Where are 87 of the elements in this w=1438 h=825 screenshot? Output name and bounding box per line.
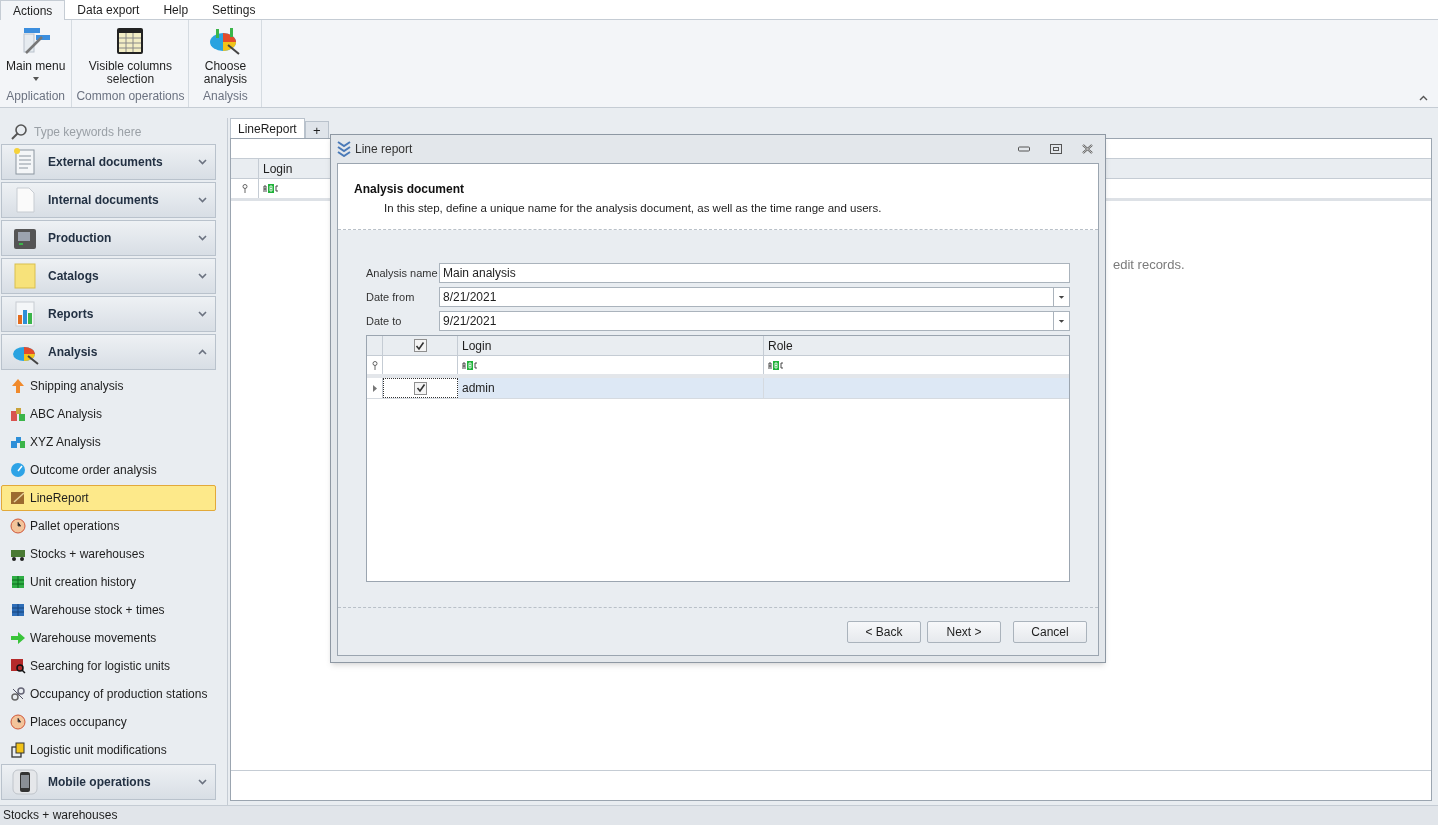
ribbon-tab[interactable]: Help xyxy=(151,0,201,20)
expand-icon xyxy=(198,779,207,785)
sidebar-item[interactable]: Logistic unit modifications xyxy=(1,737,216,763)
collapse-ribbon-icon[interactable] xyxy=(1419,95,1428,101)
sidebar-item[interactable]: Stocks + warehouses xyxy=(1,541,216,567)
chevrons-down-icon xyxy=(337,141,351,157)
grid-icon xyxy=(10,574,26,590)
checkbox[interactable] xyxy=(414,381,427,395)
sidebar-group-header[interactable]: Internal documents xyxy=(1,182,216,218)
sidebar-item[interactable]: Warehouse movements xyxy=(1,625,216,651)
sidebar-item[interactable]: Pallet operations xyxy=(1,513,216,539)
sidebar-item[interactable]: Unit creation history xyxy=(1,569,216,595)
sidebar-item[interactable]: Outcome order analysis xyxy=(1,457,216,483)
expand-icon xyxy=(198,197,207,203)
gauge-icon xyxy=(10,462,26,478)
column-header[interactable]: Login xyxy=(458,336,764,355)
ribbon-button[interactable]: Choose analysis xyxy=(193,20,258,87)
sidebar-group-header[interactable]: Production xyxy=(1,220,216,256)
arrow-right-icon xyxy=(10,630,26,646)
text-filter-icon xyxy=(768,360,784,370)
dropdown-caret-icon[interactable] xyxy=(1054,311,1070,331)
checkbox[interactable] xyxy=(413,339,427,352)
clock-icon xyxy=(10,714,26,730)
wizard-button[interactable]: Next > xyxy=(927,620,1001,643)
date-field[interactable]: 8/21/2021 xyxy=(439,287,1054,307)
table-icon xyxy=(115,26,146,56)
text-filter-icon xyxy=(263,184,279,193)
field-label: Date to xyxy=(366,313,403,329)
user-row[interactable]: admin xyxy=(367,378,1069,399)
sidebar-item[interactable]: ABC Analysis xyxy=(1,401,216,427)
date-field[interactable]: 9/21/2021 xyxy=(439,311,1054,331)
dropdown-caret-icon[interactable] xyxy=(1054,287,1070,307)
sidebar-group-header[interactable]: External documents xyxy=(1,144,216,180)
magnifier-icon xyxy=(10,658,26,674)
sidebar-group-header[interactable]: Reports xyxy=(1,296,216,332)
ribbon-group-label: Analysis xyxy=(203,88,248,105)
expand-icon xyxy=(198,159,207,165)
grid-icon xyxy=(10,602,26,618)
sidebar-item[interactable]: LineReport xyxy=(1,485,216,511)
collapse-icon xyxy=(198,349,207,355)
document-tab[interactable]: LineReport xyxy=(230,118,305,139)
dialog-heading: Analysis document xyxy=(354,181,466,198)
sidebar-item[interactable]: XYZ Analysis xyxy=(1,429,216,455)
table-cell: admin xyxy=(458,378,764,398)
expand-icon xyxy=(198,273,207,279)
column-header[interactable]: Login xyxy=(259,159,329,178)
text-field[interactable]: Main analysis xyxy=(439,263,1070,283)
field-label: Analysis name xyxy=(366,265,439,281)
ribbon-button[interactable]: Visible columns selection xyxy=(83,20,178,87)
search-icon xyxy=(10,123,28,141)
ribbon-tab[interactable]: Actions xyxy=(0,0,66,20)
sidebar-item[interactable]: Occupancy of production stations xyxy=(1,681,216,707)
box-icon xyxy=(10,742,26,758)
sidebar-item[interactable]: Shipping analysis xyxy=(1,373,216,399)
close-icon[interactable] xyxy=(1082,144,1093,154)
sidebar-group-header[interactable]: Catalogs xyxy=(1,258,216,294)
ribbon-group-label: Common operations xyxy=(76,88,185,105)
arrow-up-icon xyxy=(10,378,26,394)
status-bar: Stocks + warehouses xyxy=(0,805,1438,825)
phone-icon xyxy=(10,767,40,797)
pin-icon xyxy=(241,184,248,193)
dialog-description: In this step, define a unique name for the analysis document, as well as the time range and users. xyxy=(383,201,883,216)
wizard-button[interactable]: Cancel xyxy=(1013,620,1087,643)
pin-icon xyxy=(371,360,378,370)
ribbon-button[interactable]: Main menu xyxy=(4,20,68,87)
ribbon-group-label: Application xyxy=(6,88,66,105)
sidebar-item[interactable]: Places occupancy xyxy=(1,709,216,735)
clock-icon xyxy=(10,518,26,534)
sidebar-item[interactable]: Searching for logistic units xyxy=(1,653,216,679)
expand-icon xyxy=(198,235,207,241)
expand-icon xyxy=(198,311,207,317)
row-indicator-icon xyxy=(372,384,377,392)
field-label: Date from xyxy=(366,289,416,305)
ribbon-tab[interactable]: Data export xyxy=(65,0,152,20)
text-filter-icon xyxy=(462,360,478,370)
grid-hint-text: edit records. xyxy=(1113,257,1185,272)
search-field[interactable]: Type keywords here xyxy=(34,123,217,141)
sidebar-group-header[interactable]: Mobile operations xyxy=(1,764,216,800)
maximize-icon[interactable] xyxy=(1050,144,1062,154)
dialog-title: Line report xyxy=(355,141,414,158)
add-tab-button[interactable]: + xyxy=(304,121,329,138)
sidebar-item[interactable]: Warehouse stock + times xyxy=(1,597,216,623)
minimize-icon[interactable] xyxy=(1018,146,1030,152)
sidebar-group-header[interactable]: Analysis xyxy=(1,334,216,370)
column-header[interactable]: Role xyxy=(764,336,1069,355)
wizard-button[interactable]: < Back xyxy=(847,620,921,643)
ribbon-tab[interactable]: Settings xyxy=(200,0,268,20)
